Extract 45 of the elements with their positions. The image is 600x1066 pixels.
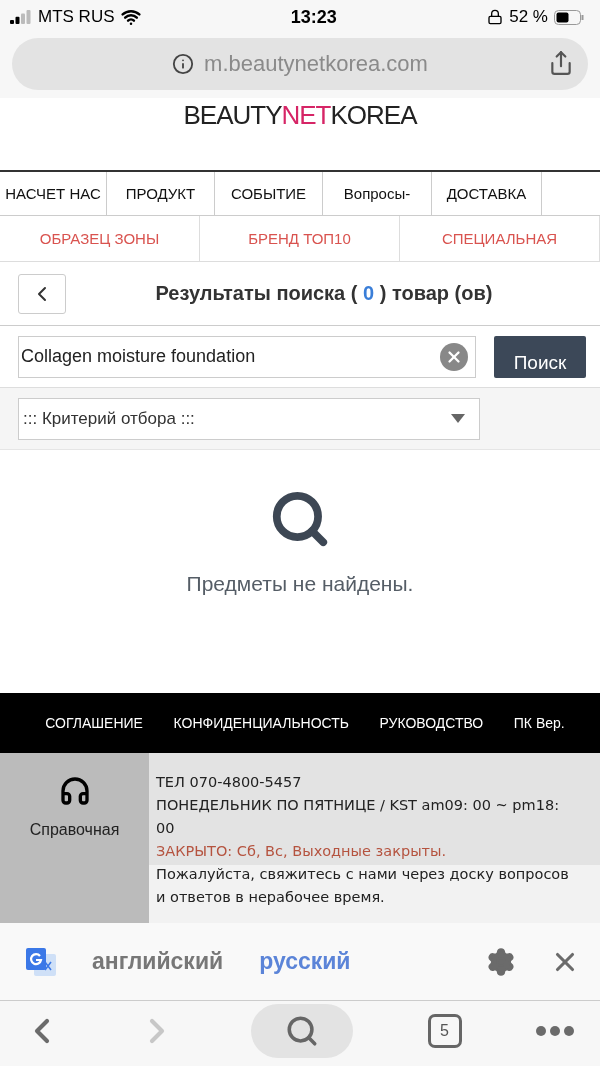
search-field[interactable]: Collagen moisture foundation (18, 335, 476, 378)
info-icon (172, 53, 195, 75)
footer-link[interactable]: ПК Вер. (513, 715, 565, 731)
closed-days: ЗАКРЫТО: Сб, Вс, Выходные закрыты. (156, 840, 570, 863)
contact-note: Пожалуйста, свяжитесь с нами через доску вопросов и ответов в нерабочее время. (156, 865, 570, 907)
category-link[interactable]: БРЕНД ТОП10 (200, 216, 400, 261)
wifi-icon (120, 7, 141, 27)
footer-link[interactable]: СОГЛАШЕНИЕ (45, 715, 143, 731)
battery-percent: 52 % (509, 7, 548, 27)
filter-dropdown[interactable]: ::: Критерий отбора ::: (18, 397, 480, 440)
settings-icon (486, 946, 516, 977)
translate-icon (26, 947, 56, 976)
url-text: m.beautynetkorea.com (204, 51, 428, 77)
battery-icon (554, 9, 584, 25)
signal-icon (10, 10, 32, 24)
share-button[interactable] (548, 50, 574, 76)
logo[interactable]: BEAUTYNETKOREA (183, 100, 417, 170)
phone-number: ТЕЛ 070-4800-5457 (156, 773, 303, 792)
working-hours: ПОНЕДЕЛЬНИК ПО ПЯТНИЦЕ / KST am09: 00 ~ pm18: 00 (156, 796, 561, 838)
language-option[interactable]: английский (92, 948, 224, 975)
carrier-name: MTS RUS (38, 7, 115, 27)
empty-message: Предметы не найдены. (186, 572, 414, 596)
footer-link[interactable]: КОНФИДЕНЦИАЛЬНОСТЬ (173, 715, 349, 731)
more-button[interactable] (536, 1025, 574, 1036)
nav-link[interactable]: ДОСТАВКА (432, 172, 542, 215)
search-icon (285, 1013, 319, 1048)
help-label: Справочная (29, 821, 120, 839)
share-icon (548, 50, 574, 76)
nav-link[interactable]: Вопросы- (323, 172, 432, 215)
search-button[interactable] (251, 1003, 353, 1058)
settings-button[interactable] (486, 946, 516, 977)
more-icon (536, 1025, 574, 1036)
results-title: Результаты поиска ( 0 ) товар (ов) (154, 282, 494, 305)
category-link[interactable]: ОБРАЗЕЦ ЗОНЫ (0, 216, 200, 261)
caret-icon (451, 414, 465, 423)
headset-icon (58, 775, 91, 807)
nav-link[interactable]: НАСЧЕТ НАС (0, 172, 107, 215)
nav-link[interactable]: СОБЫТИЕ (215, 172, 323, 215)
search-button[interactable]: Поиск (494, 335, 586, 378)
nav-link[interactable]: ПРОДУКТ (107, 172, 215, 215)
footer-link[interactable]: РУКОВОДСТВО (379, 715, 484, 731)
tabs-button[interactable]: 5 (427, 1013, 462, 1048)
clock-time: 13:23 (290, 6, 337, 28)
category-link[interactable]: СПЕЦИАЛЬНАЯ (400, 216, 600, 261)
back-button[interactable] (18, 273, 66, 314)
